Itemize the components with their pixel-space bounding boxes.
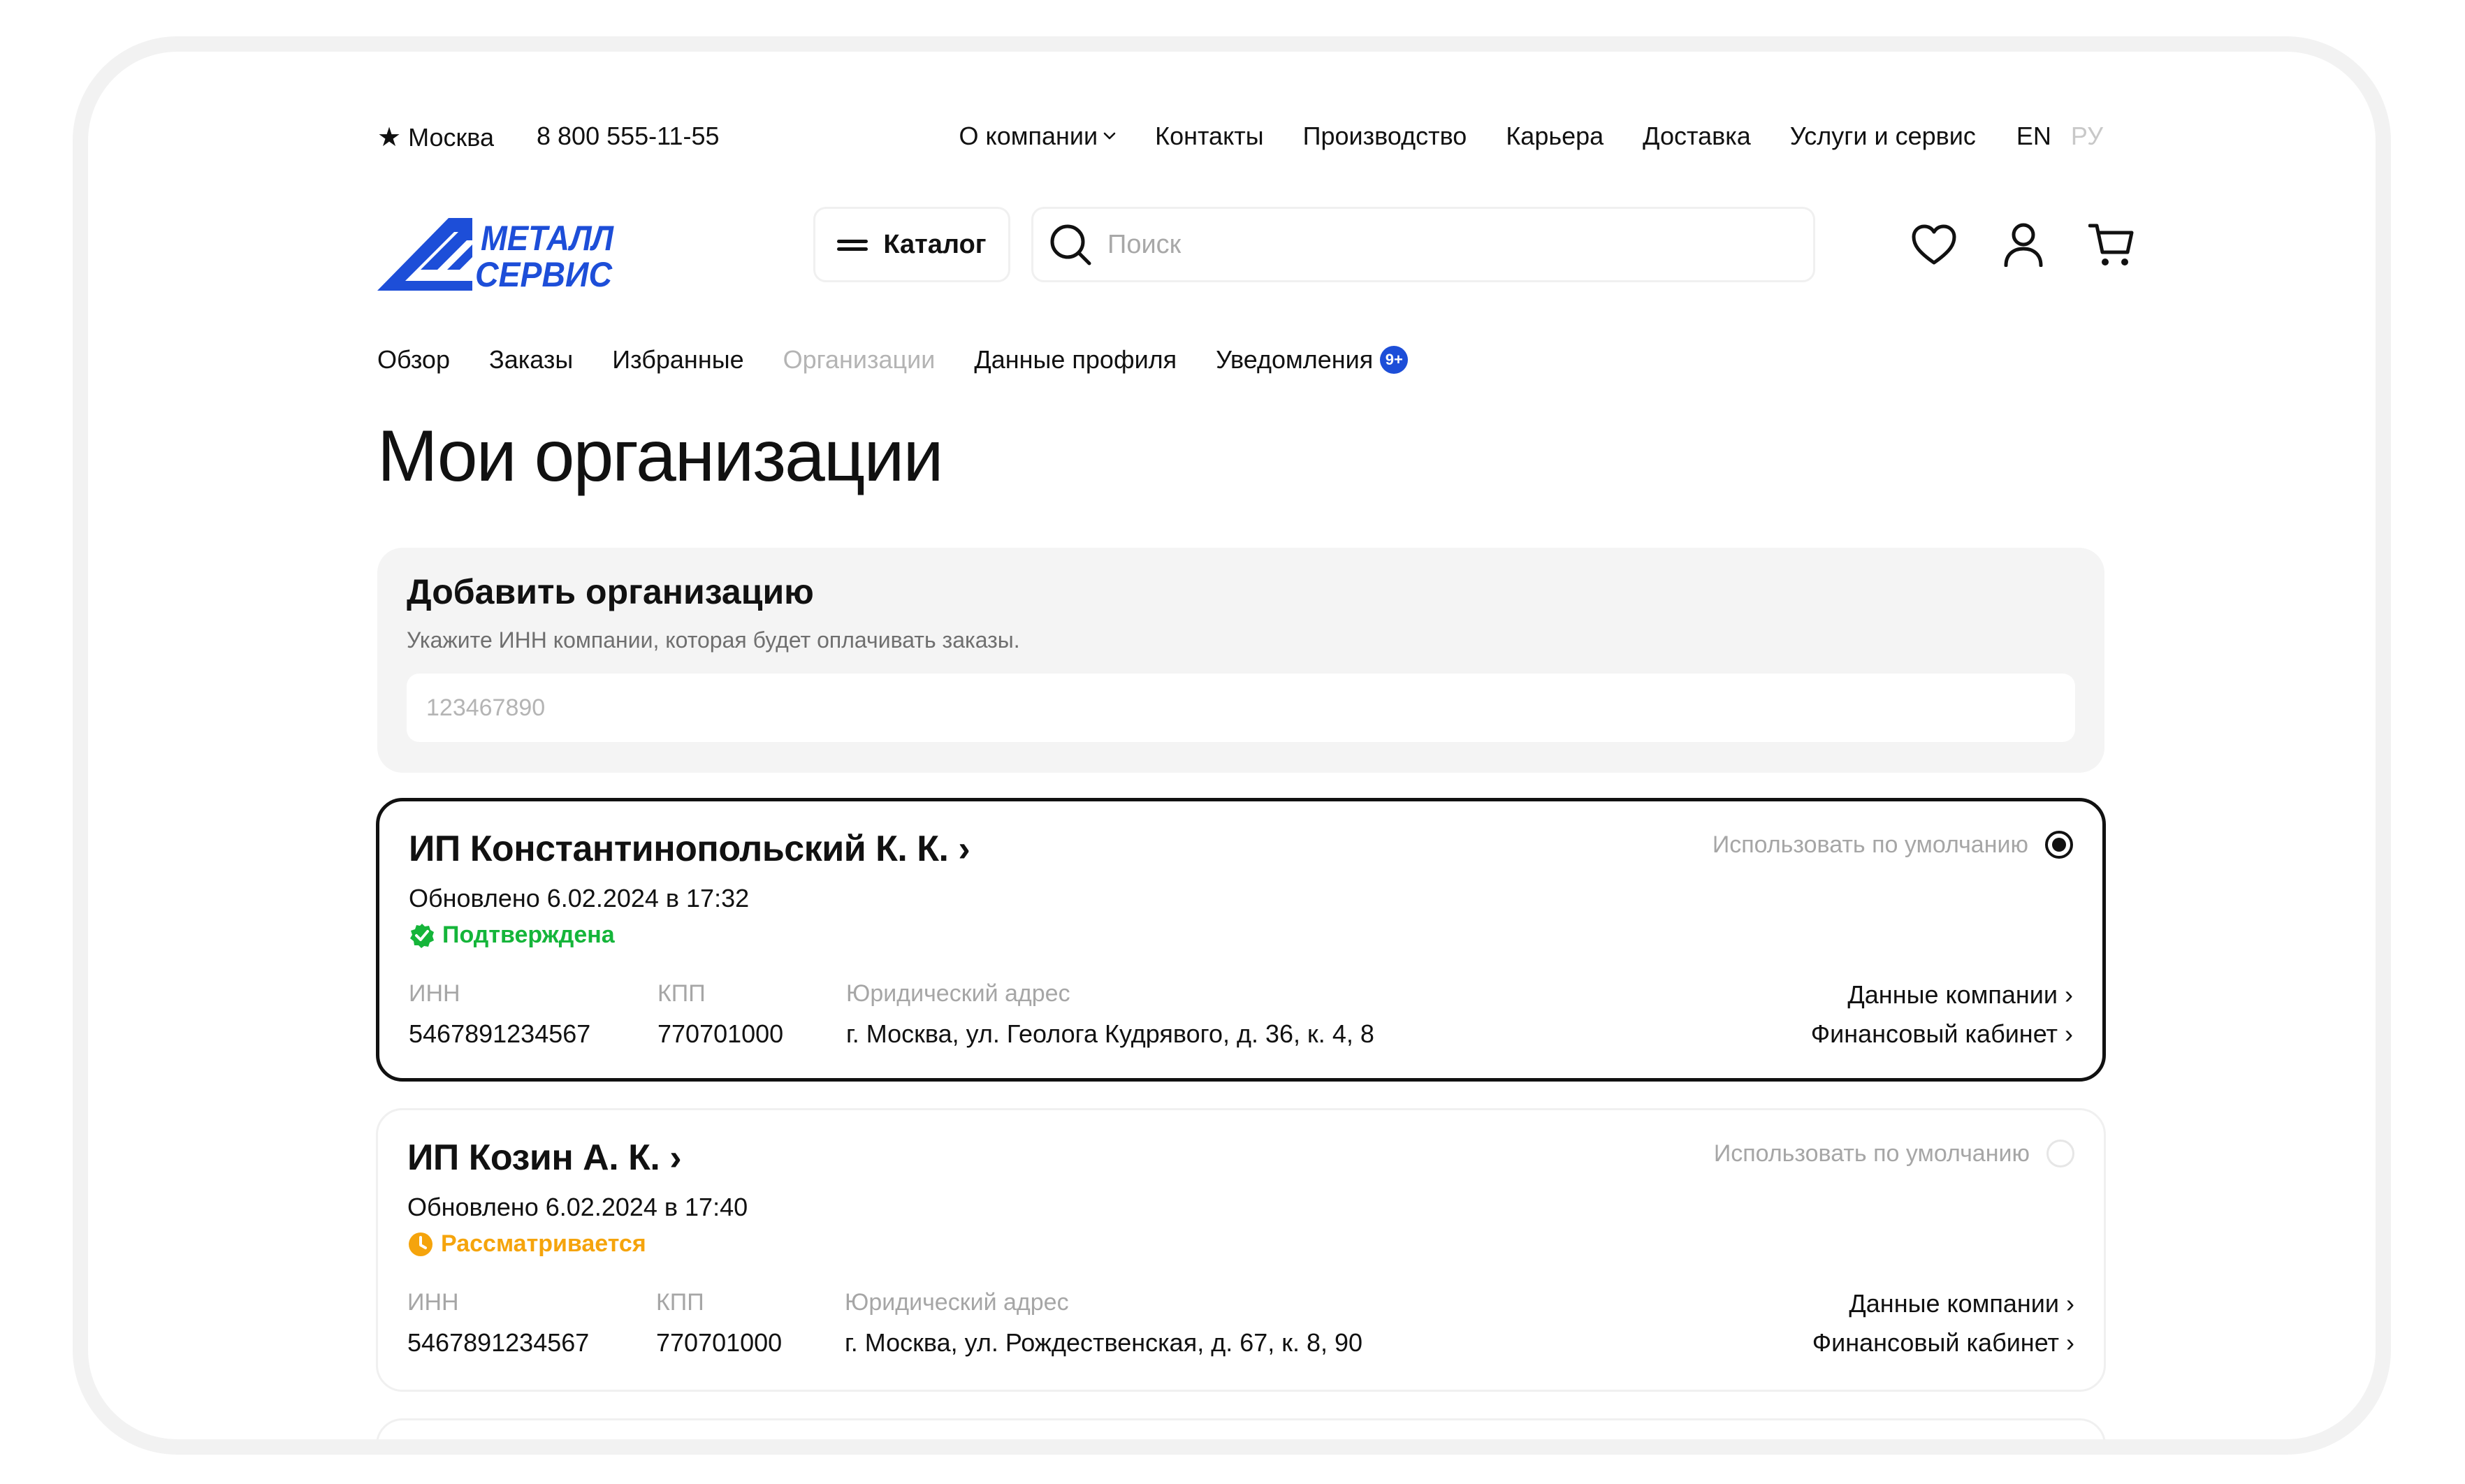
inn-label: ИНН xyxy=(409,980,460,1007)
nav-production[interactable]: Производство xyxy=(1303,122,1467,151)
nav-delivery[interactable]: Доставка xyxy=(1643,122,1751,151)
search-input[interactable] xyxy=(1107,229,1736,260)
inn-value: 5467891234567 xyxy=(409,1019,591,1048)
nav-services[interactable]: Услуги и сервис xyxy=(1790,122,1976,151)
inn-label: ИНН xyxy=(407,1289,459,1316)
kpp-label: КПП xyxy=(657,980,706,1007)
profile-tabs: Обзор Заказы Избранные Организации Данны… xyxy=(377,345,1447,374)
search-bar[interactable] xyxy=(1031,207,1815,282)
organization-card-partial xyxy=(376,1418,2106,1439)
search-icon xyxy=(1050,224,1091,265)
catalog-button[interactable]: Каталог xyxy=(813,207,1010,282)
default-radio[interactable] xyxy=(2046,1140,2074,1167)
phone-number[interactable]: 8 800 555-11-55 xyxy=(537,122,720,151)
inn-input[interactable] xyxy=(407,674,2075,742)
logo-line2: СЕРВИС xyxy=(475,255,613,293)
company-data-link[interactable]: Данные компании › xyxy=(1849,1289,2074,1318)
cart-icon xyxy=(2088,224,2134,265)
city-selector[interactable]: ★ Москва xyxy=(377,122,494,153)
city-label: Москва xyxy=(408,122,494,152)
lang-ru[interactable]: РУ xyxy=(2071,122,2103,151)
add-organization-card: Добавить организацию Укажите ИНН компани… xyxy=(377,548,2104,773)
notifications-badge: 9+ xyxy=(1380,346,1409,374)
cart-button[interactable] xyxy=(2086,219,2137,270)
nav-about-label: О компании xyxy=(959,122,1098,150)
finance-cabinet-link[interactable]: Финансовый кабинет › xyxy=(1811,1019,2073,1049)
default-radio[interactable] xyxy=(2045,831,2073,859)
default-toggle[interactable]: Использовать по умолчанию xyxy=(1714,1140,2074,1167)
menu-icon xyxy=(837,237,868,252)
tab-notifications-label: Уведомления xyxy=(1216,345,1374,374)
status-badge: Подтверждена xyxy=(409,922,615,949)
tab-notifications[interactable]: Уведомления 9+ xyxy=(1216,345,1409,374)
device-frame: ★ Москва 8 800 555-11-55 О компании Конт… xyxy=(73,36,2391,1455)
status-badge: Рассматривается xyxy=(407,1230,646,1258)
status-label: Подтверждена xyxy=(442,922,615,948)
tab-organizations[interactable]: Организации xyxy=(783,345,936,374)
top-nav: О компании Контакты Производство Карьера… xyxy=(959,122,2103,151)
organization-updated: Обновлено 6.02.2024 в 17:32 xyxy=(409,884,750,912)
favorites-button[interactable] xyxy=(1909,219,1959,270)
lang-en[interactable]: EN xyxy=(2016,122,2051,151)
top-bar: ★ Москва 8 800 555-11-55 О компании Конт… xyxy=(377,122,2103,157)
nav-contacts[interactable]: Контакты xyxy=(1155,122,1264,151)
nav-about[interactable]: О компании xyxy=(959,122,1117,151)
logo-line1: МЕТАЛЛ xyxy=(481,219,614,258)
header: МЕТАЛЛ СЕРВИС Каталог xyxy=(377,207,2134,293)
tab-profile-data[interactable]: Данные профиля xyxy=(974,345,1177,374)
organization-name[interactable]: ИП Константинопольский К. К. › xyxy=(409,828,970,870)
default-toggle[interactable]: Использовать по умолчанию xyxy=(1713,831,2073,859)
kpp-value: 770701000 xyxy=(657,1019,784,1048)
company-data-link[interactable]: Данные компании › xyxy=(1847,980,2073,1010)
organization-card[interactable]: ИП Козин А. К. › Обновлено 6.02.2024 в 1… xyxy=(376,1108,2106,1392)
address-value: г. Москва, ул. Рождественская, д. 67, к.… xyxy=(845,1328,1363,1357)
nav-career[interactable]: Карьера xyxy=(1506,122,1604,151)
organization-name[interactable]: ИП Козин А. К. › xyxy=(407,1137,682,1179)
kpp-value: 770701000 xyxy=(656,1328,783,1357)
tab-orders[interactable]: Заказы xyxy=(489,345,573,374)
tab-favorites[interactable]: Избранные xyxy=(612,345,743,374)
add-organization-subtitle: Укажите ИНН компании, которая будет опла… xyxy=(407,627,1020,653)
user-icon xyxy=(2004,223,2043,267)
status-label: Рассматривается xyxy=(441,1230,646,1257)
default-label: Использовать по умолчанию xyxy=(1712,831,2028,858)
inn-value: 5467891234567 xyxy=(407,1328,590,1357)
tab-overview[interactable]: Обзор xyxy=(377,345,450,374)
address-value: г. Москва, ул. Геолога Кудрявого, д. 36,… xyxy=(846,1019,1374,1048)
check-badge-icon xyxy=(410,923,434,948)
default-label: Использовать по умолчанию xyxy=(1713,1140,2030,1167)
catalog-label: Каталог xyxy=(883,229,987,259)
kpp-label: КПП xyxy=(656,1289,704,1316)
logo[interactable]: МЕТАЛЛ СЕРВИС xyxy=(377,217,615,293)
finance-cabinet-link[interactable]: Финансовый кабинет › xyxy=(1812,1328,2074,1358)
address-label: Юридический адрес xyxy=(846,980,1070,1007)
clock-icon xyxy=(409,1232,432,1256)
screen: ★ Москва 8 800 555-11-55 О компании Конт… xyxy=(88,52,2376,1439)
heart-icon xyxy=(1912,224,1956,265)
chevron-down-icon xyxy=(1103,132,1116,140)
add-organization-title: Добавить организацию xyxy=(407,572,814,611)
address-label: Юридический адрес xyxy=(845,1289,1069,1316)
star-icon: ★ xyxy=(377,123,402,152)
page-title: Мои организации xyxy=(377,416,944,497)
organization-card[interactable]: ИП Константинопольский К. К. › Обновлено… xyxy=(376,798,2106,1082)
profile-button[interactable] xyxy=(1998,219,2049,270)
organization-updated: Обновлено 6.02.2024 в 17:40 xyxy=(407,1193,748,1221)
